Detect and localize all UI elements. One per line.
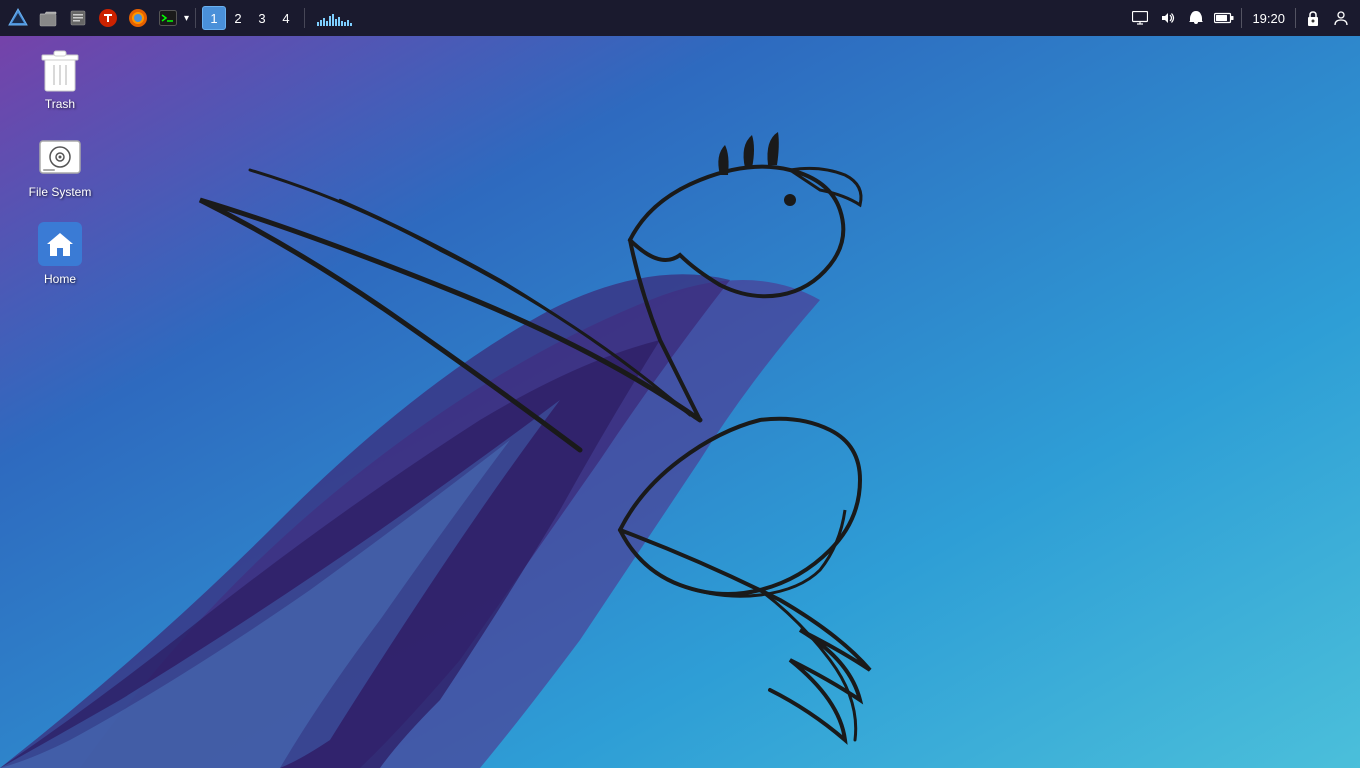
taskbar-sep-3 [1241,8,1242,28]
activity-chart [317,10,352,26]
workspace-1-button[interactable]: 1 [202,6,226,30]
taskbar-right: 19:20 [1129,7,1360,29]
taskbar-middle [309,10,1129,26]
battery-icon[interactable] [1213,7,1235,29]
filesystem-icon[interactable]: File System [20,133,100,201]
desktop: ▾ 1 2 3 4 [0,0,1360,768]
workspace-4-button[interactable]: 4 [274,6,298,30]
lock-icon[interactable] [1302,7,1324,29]
filesystem-icon-img [36,133,84,181]
desktop-wallpaper [0,0,1360,768]
desktop-icons-area: Trash File System [20,45,100,288]
taskbar-sep-2 [304,8,305,28]
user-menu-icon[interactable] [1330,7,1352,29]
taskbar: ▾ 1 2 3 4 [0,0,1360,36]
display-icon[interactable] [1129,7,1151,29]
trash-icon[interactable]: Trash [20,45,100,113]
terminal-button[interactable] [154,4,182,32]
files-button[interactable] [64,4,92,32]
workspace-3-button[interactable]: 3 [250,6,274,30]
burpsuite-button[interactable] [94,4,122,32]
home-label: Home [44,272,76,288]
workspace-switcher: 1 2 3 4 [202,6,298,30]
system-clock: 19:20 [1248,11,1289,26]
taskbar-sep-1 [195,8,196,28]
firefox-button[interactable] [124,4,152,32]
volume-icon[interactable] [1157,7,1179,29]
terminal-dropdown-chevron[interactable]: ▾ [184,13,189,24]
trash-label: Trash [45,97,75,113]
workspace-2-button[interactable]: 2 [226,6,250,30]
trash-icon-img [36,45,84,93]
home-icon[interactable]: Home [20,220,100,288]
home-icon-img [36,220,84,268]
taskbar-left: ▾ 1 2 3 4 [0,4,309,32]
taskbar-sep-4 [1295,8,1296,28]
notification-icon[interactable] [1185,7,1207,29]
file-manager-button[interactable] [34,4,62,32]
filesystem-label: File System [29,185,92,201]
kali-menu-button[interactable] [4,4,32,32]
